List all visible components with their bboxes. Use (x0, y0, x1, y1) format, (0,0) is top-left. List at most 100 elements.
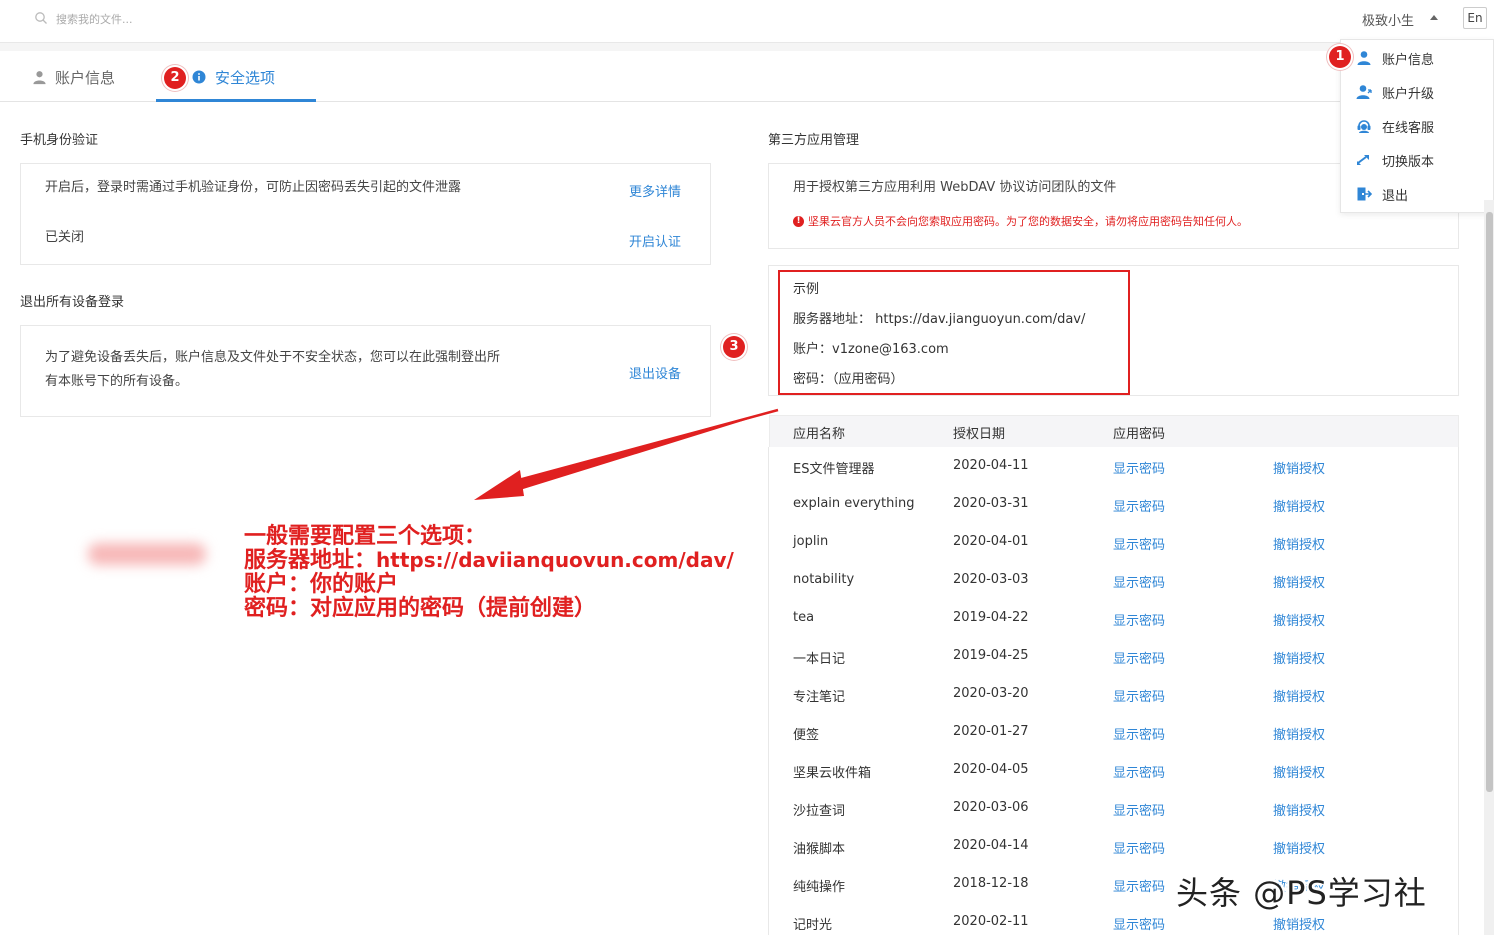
col-header-app-name: 应用名称 (793, 423, 845, 442)
app-name-cell: 一本日记 (793, 648, 845, 667)
annotation-line-3: 账户：你的账户 (244, 572, 734, 596)
auth-date-cell: 2020-04-11 (953, 458, 1029, 473)
auth-date-cell: 2019-04-25 (953, 648, 1029, 663)
menu-item-switch-version[interactable]: 切换版本 (1356, 148, 1434, 172)
logout-desc-line2: 有本账号下的所有设备。 (45, 370, 188, 394)
auth-date-cell: 2020-02-11 (953, 914, 1029, 929)
revoke-auth-link[interactable]: 撤销授权 (1273, 838, 1325, 857)
col-header-app-password: 应用密码 (1113, 423, 1165, 442)
user-menu[interactable]: 极致小生 (1362, 10, 1414, 29)
tab-account-info[interactable]: 账户信息 (32, 52, 115, 102)
alert-icon: ! (793, 216, 804, 227)
language-button[interactable]: En (1463, 7, 1487, 29)
show-password-link[interactable]: 显示密码 (1113, 876, 1165, 895)
app-name-cell: 沙拉查词 (793, 800, 845, 819)
watermark: 头条 @PS学习社 (1176, 868, 1427, 914)
revoke-auth-link[interactable]: 撤销授权 (1273, 458, 1325, 477)
webdav-desc: 用于授权第三方应用利用 WebDAV 协议访问团队的文件 (793, 176, 1116, 200)
auth-date-cell: 2020-03-20 (953, 686, 1029, 701)
menu-item-account-upgrade[interactable]: 账户升级 (1356, 80, 1434, 104)
switch-icon (1356, 152, 1372, 168)
revoke-auth-link[interactable]: 撤销授权 (1273, 686, 1325, 705)
more-details-link[interactable]: 更多详情 (629, 181, 681, 200)
menu-item-account-info[interactable]: 账户信息 (1356, 46, 1434, 70)
security-warning: ! 坚果云官方人员不会向您索取应用密码。为了您的数据安全，请勿将应用密码告知任何… (793, 213, 1248, 229)
show-password-link[interactable]: 显示密码 (1113, 914, 1165, 933)
menu-item-label: 账户升级 (1382, 83, 1434, 102)
app-name-cell: 专注笔记 (793, 686, 845, 705)
menu-item-label: 账户信息 (1382, 49, 1434, 68)
revoke-auth-link[interactable]: 撤销授权 (1273, 534, 1325, 553)
app-name-cell: explain everything (793, 496, 914, 511)
app-name-cell: 便签 (793, 724, 819, 743)
scrollbar-thumb[interactable] (1486, 212, 1493, 792)
revoke-auth-link[interactable]: 撤销授权 (1273, 496, 1325, 515)
auth-date-cell: 2020-04-05 (953, 762, 1029, 777)
revoke-auth-link[interactable]: 撤销授权 (1273, 610, 1325, 629)
tab-security-options[interactable]: 安全选项 (192, 52, 275, 102)
app-name-cell: tea (793, 610, 814, 625)
menu-item-online-support[interactable]: 在线客服 (1356, 114, 1434, 138)
menu-item-label: 在线客服 (1382, 117, 1434, 136)
annotation-server-label: 服务器地址： (244, 547, 376, 573)
app-name-cell: 油猴脚本 (793, 838, 845, 857)
show-password-link[interactable]: 显示密码 (1113, 800, 1165, 819)
revoke-auth-link[interactable]: 撤销授权 (1273, 914, 1325, 933)
annotation-badge: 2 (164, 67, 186, 89)
revoke-auth-link[interactable]: 撤销授权 (1273, 572, 1325, 591)
caret-up-icon[interactable] (1430, 15, 1438, 20)
annotation-text: 一般需要配置三个选项： 服务器地址：https://daviianquovun.… (244, 524, 734, 620)
app-name-cell: 记时光 (793, 914, 832, 933)
show-password-link[interactable]: 显示密码 (1113, 572, 1165, 591)
show-password-link[interactable]: 显示密码 (1113, 496, 1165, 515)
col-header-auth-date: 授权日期 (953, 423, 1005, 442)
annotation-line-1: 一般需要配置三个选项： (244, 524, 734, 548)
example-password: 密码：（应用密码） (793, 368, 904, 387)
revoke-auth-link[interactable]: 撤销授权 (1273, 762, 1325, 781)
support-icon (1356, 118, 1372, 134)
show-password-link[interactable]: 显示密码 (1113, 838, 1165, 857)
logout-desc-line1: 为了避免设备丢失后，账户信息及文件处于不安全状态，您可以在此强制登出所 (45, 346, 500, 370)
menu-item-logout[interactable]: 退出 (1356, 182, 1408, 206)
show-password-link[interactable]: 显示密码 (1113, 648, 1165, 667)
app-name-cell: ES文件管理器 (793, 458, 874, 477)
example-title: 示例 (793, 278, 819, 297)
auth-date-cell: 2020-03-31 (953, 496, 1029, 511)
logout-icon (1356, 186, 1372, 202)
search-icon (34, 11, 48, 25)
warning-text: 坚果云官方人员不会向您索取应用密码。为了您的数据安全，请勿将应用密码告知任何人。 (808, 213, 1248, 229)
logout-devices-link[interactable]: 退出设备 (629, 363, 681, 382)
phone-verify-desc: 开启后，登录时需通过手机验证身份，可防止因密码丢失引起的文件泄露 (45, 176, 461, 200)
app-name-cell: notability (793, 572, 854, 587)
app-name-cell: joplin (793, 534, 828, 549)
app-name-cell: 纯纯操作 (793, 876, 845, 895)
show-password-link[interactable]: 显示密码 (1113, 762, 1165, 781)
show-password-link[interactable]: 显示密码 (1113, 534, 1165, 553)
show-password-link[interactable]: 显示密码 (1113, 458, 1165, 477)
auth-date-cell: 2020-04-01 (953, 534, 1029, 549)
revoke-auth-link[interactable]: 撤销授权 (1273, 648, 1325, 667)
show-password-link[interactable]: 显示密码 (1113, 610, 1165, 629)
user-icon (1356, 50, 1372, 66)
auth-date-cell: 2020-04-14 (953, 838, 1029, 853)
header-divider (0, 43, 1494, 51)
example-account: 账户：v1zone@163.com (793, 338, 949, 357)
section-title-third-party: 第三方应用管理 (768, 129, 859, 148)
enable-verify-link[interactable]: 开启认证 (629, 231, 681, 250)
annotation-server-url: https://daviianquovun.com/dav/ (376, 548, 734, 572)
active-tab-indicator (156, 99, 316, 102)
auth-date-cell: 2019-04-22 (953, 610, 1029, 625)
redacted-blur (88, 543, 206, 565)
show-password-link[interactable]: 显示密码 (1113, 724, 1165, 743)
search-input[interactable] (56, 10, 356, 28)
annotation-badge: 1 (1329, 46, 1351, 68)
tab-label: 账户信息 (55, 67, 115, 88)
revoke-auth-link[interactable]: 撤销授权 (1273, 800, 1325, 819)
phone-verify-status: 已关闭 (45, 226, 84, 250)
show-password-link[interactable]: 显示密码 (1113, 686, 1165, 705)
annotation-badge: 3 (723, 336, 745, 358)
user-icon (32, 70, 47, 85)
revoke-auth-link[interactable]: 撤销授权 (1273, 724, 1325, 743)
example-server: 服务器地址： https://dav.jianguoyun.com/dav/ (793, 308, 1085, 327)
auth-date-cell: 2020-01-27 (953, 724, 1029, 739)
